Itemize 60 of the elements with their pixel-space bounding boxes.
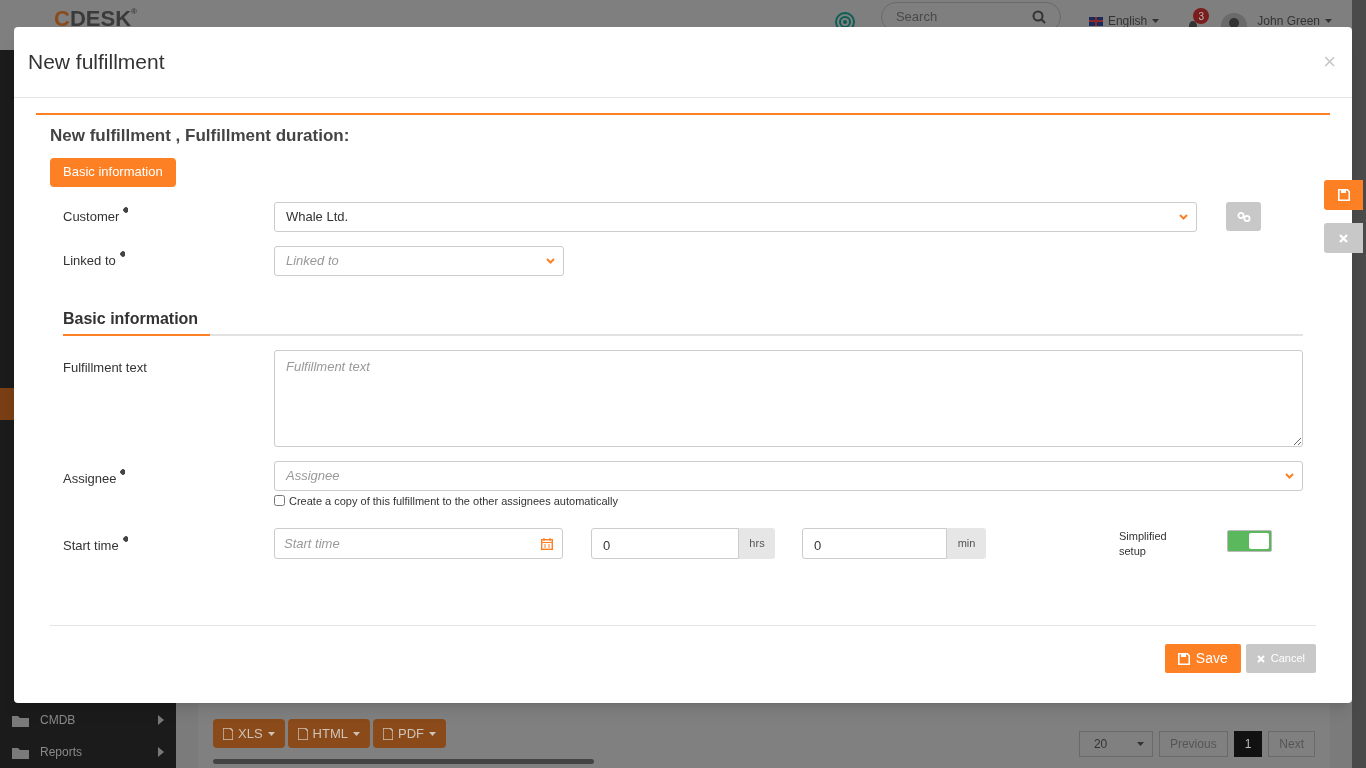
- search-icon: [1031, 10, 1046, 24]
- unit-label: hrs: [739, 528, 775, 559]
- text-area[interactable]: Fulfillment text: [274, 349, 1303, 447]
- select-field[interactable]: Whale Ltd.: [274, 201, 1197, 232]
- checkbox-label: Create a copy of this fulfillment to the other assignees automatically: [289, 493, 618, 509]
- dialog-title: New fulfillment: [28, 49, 166, 76]
- date-field[interactable]: Start time: [274, 528, 563, 559]
- section-heading: Basic information: [63, 306, 211, 336]
- calendar-icon: [541, 537, 553, 550]
- caret-icon: [1136, 742, 1144, 746]
- field-label: Assignee: [63, 468, 126, 488]
- chevron-down-icon: [546, 257, 555, 264]
- sidebar-active-item: [0, 388, 14, 420]
- page-size-select[interactable]: 20: [1078, 731, 1153, 757]
- export-button[interactable]: XLS: [213, 719, 285, 748]
- close-button[interactable]: ×: [1323, 51, 1336, 73]
- logo[interactable]: CDESK®: [54, 8, 137, 30]
- form-heading: New fulfillment , Fulfillment duration:: [49, 125, 351, 147]
- close-icon: [1256, 654, 1265, 663]
- number-field[interactable]: 0: [591, 528, 739, 559]
- horizontal-scrollbar[interactable]: [213, 759, 594, 764]
- caret-icon: [267, 731, 275, 736]
- caret-icon: [158, 747, 164, 757]
- link-icon: [1236, 211, 1251, 222]
- number-field[interactable]: 0: [802, 528, 947, 559]
- caret-icon: [428, 731, 436, 736]
- notification-count: 3: [1193, 8, 1210, 24]
- save-button[interactable]: Save: [1164, 644, 1241, 673]
- pagination-button[interactable]: 1: [1233, 731, 1263, 757]
- folder-icon: [12, 713, 30, 727]
- field-label: Fulfillment text: [63, 358, 147, 377]
- document-file-icon: [297, 727, 308, 740]
- tab[interactable]: Basic information: [50, 157, 176, 187]
- flag-icon: [1088, 16, 1103, 26]
- toggle-label: Simplified setup: [1119, 529, 1168, 559]
- scrollbar[interactable]: [1352, 0, 1366, 768]
- caret-icon: [352, 731, 360, 736]
- save-button[interactable]: [1324, 180, 1363, 210]
- chevron-down-icon: [1179, 213, 1188, 220]
- unit-label: min: [947, 528, 986, 559]
- toggle-switch[interactable]: [1227, 530, 1272, 552]
- spreadsheet-file-icon: [223, 727, 233, 740]
- select-field[interactable]: Assignee: [274, 460, 1303, 491]
- close-icon: [1339, 233, 1348, 243]
- user-menu[interactable]: John Green: [1257, 12, 1332, 30]
- link-button[interactable]: [1226, 202, 1261, 231]
- folder-icon: [12, 745, 30, 759]
- chevron-down-icon: [1285, 472, 1294, 479]
- pdf-file-icon: [382, 727, 393, 740]
- export-button[interactable]: PDF: [372, 719, 446, 748]
- select-field[interactable]: Linked to: [274, 245, 564, 276]
- checkbox[interactable]: [274, 495, 285, 507]
- caret-icon: [1325, 19, 1332, 23]
- sidebar-item[interactable]: CMDB: [0, 704, 176, 736]
- caret-icon: [1152, 19, 1160, 23]
- language-menu[interactable]: English: [1088, 12, 1160, 30]
- caret-icon: [158, 715, 164, 725]
- export-button[interactable]: HTML: [287, 719, 370, 748]
- sidebar-item[interactable]: Reports: [0, 736, 176, 768]
- close-button[interactable]: [1324, 223, 1363, 253]
